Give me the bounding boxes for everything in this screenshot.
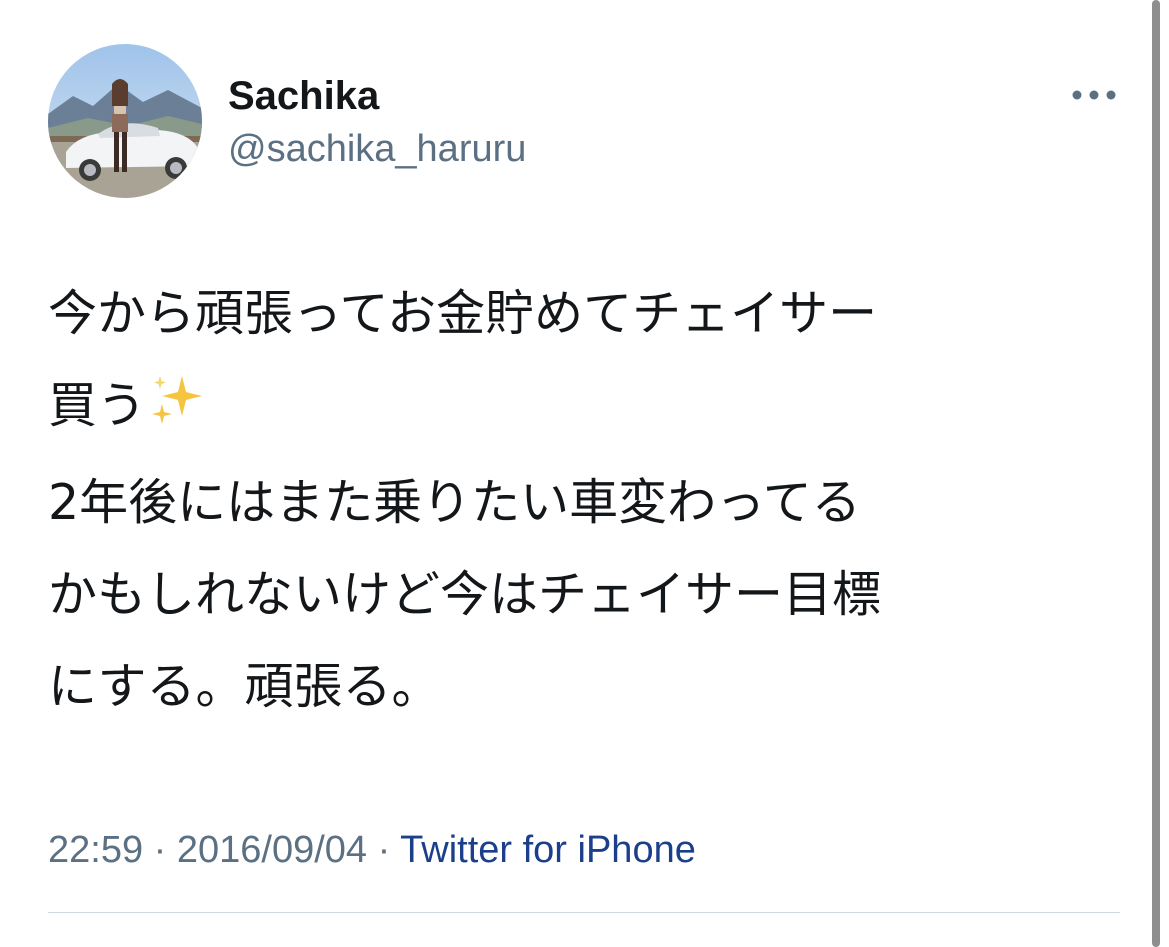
more-horizontal-icon [1072, 90, 1116, 100]
tweet-time[interactable]: 22:59 [48, 829, 143, 871]
meta-separator: · [367, 829, 401, 871]
author-display-name[interactable]: Sachika [228, 72, 379, 120]
tweet-source-link[interactable]: Twitter for iPhone [400, 829, 696, 871]
scrollbar[interactable] [1152, 0, 1160, 947]
divider [48, 912, 1120, 913]
more-options-button[interactable] [1068, 78, 1120, 112]
author-handle[interactable]: @sachika_haruru [228, 126, 526, 172]
tweet-text: 今から頑張ってお金貯めてチェイサー 買う 2年後にはまた乗りたい車変わってる か… [48, 268, 1120, 733]
sparkles-emoji [148, 366, 206, 424]
tweet-date[interactable]: 2016/09/04 [177, 829, 367, 871]
tweet-paragraph-1: 今から頑張ってお金貯めてチェイサー 買う [48, 268, 1120, 452]
tweet-paragraph-2: 2年後にはまた乗りたい車変わってる かもしれないけど今はチェイサー目標 にする。… [48, 474, 882, 715]
author-avatar[interactable] [48, 44, 202, 198]
tweet-card: Sachika @sachika_haruru 今から頑張ってお金貯めてチェイサ… [0, 0, 1169, 947]
tweet-metadata: 22:59 · 2016/09/04 · Twitter for iPhone [48, 826, 696, 874]
meta-separator: · [143, 829, 177, 871]
avatar-photo [48, 44, 202, 198]
